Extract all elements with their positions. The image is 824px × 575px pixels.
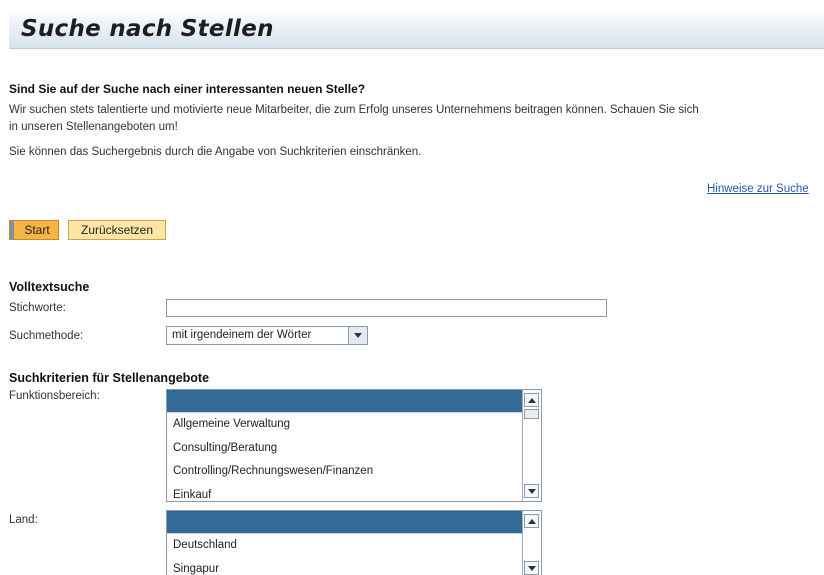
- scroll-up-icon[interactable]: [524, 393, 539, 407]
- intro-question: Sind Sie auf der Suche nach einer intere…: [9, 82, 366, 96]
- country-label: Land:: [9, 514, 38, 526]
- country-scrollbar[interactable]: [522, 511, 541, 575]
- list-item-selected[interactable]: [167, 511, 523, 533]
- keywords-input[interactable]: [166, 299, 607, 317]
- search-method-select[interactable]: mit irgendeinem der Wörter: [166, 326, 368, 345]
- list-item[interactable]: Singapur: [167, 557, 523, 575]
- search-method-value: mit irgendeinem der Wörter: [172, 329, 312, 341]
- function-area-scrollbar[interactable]: [522, 390, 541, 501]
- scroll-up-icon[interactable]: [524, 514, 539, 528]
- intro-paragraph-2: Sie können das Suchergebnis durch die An…: [9, 146, 422, 158]
- scroll-down-icon[interactable]: [524, 484, 539, 498]
- list-item[interactable]: Einkauf: [167, 483, 523, 502]
- intro-paragraph-line2: in unseren Stellenangeboten um!: [9, 121, 178, 133]
- chevron-down-icon[interactable]: [348, 327, 367, 344]
- criteria-section-title: Suchkriterien für Stellenangebote: [9, 371, 210, 385]
- list-item[interactable]: Consulting/Beratung: [167, 436, 523, 460]
- list-item[interactable]: Controlling/Rechnungswesen/Finanzen: [167, 459, 523, 483]
- function-area-listbox[interactable]: Allgemeine Verwaltung Consulting/Beratun…: [166, 389, 542, 502]
- search-hints-link[interactable]: Hinweise zur Suche: [707, 183, 809, 195]
- keywords-label: Stichworte:: [9, 302, 66, 314]
- search-method-label: Suchmethode:: [9, 330, 84, 342]
- page-header: Suche nach Stellen: [9, 10, 824, 49]
- page-title: Suche nach Stellen: [21, 16, 274, 42]
- fulltext-section-title: Volltextsuche: [9, 280, 90, 294]
- reset-button[interactable]: Zurücksetzen: [68, 220, 166, 240]
- list-item-selected[interactable]: [167, 390, 523, 412]
- country-listbox[interactable]: Deutschland Singapur: [166, 510, 542, 575]
- function-area-label: Funktionsbereich:: [9, 390, 100, 402]
- intro-paragraph: Wir suchen stets talentierte und motivie…: [9, 102, 699, 136]
- scroll-down-icon[interactable]: [524, 561, 539, 575]
- list-item[interactable]: Allgemeine Verwaltung: [167, 412, 523, 436]
- list-item[interactable]: Deutschland: [167, 533, 523, 557]
- intro-paragraph-line1: Wir suchen stets talentierte und motivie…: [9, 104, 699, 116]
- start-button[interactable]: Start: [9, 220, 59, 240]
- scroll-thumb[interactable]: [524, 409, 539, 419]
